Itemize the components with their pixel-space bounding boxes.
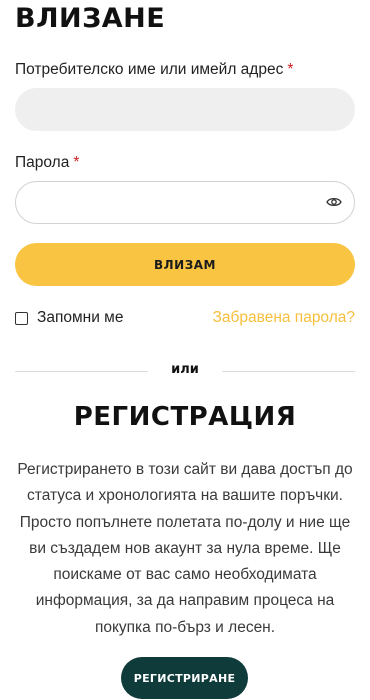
- remember-me-checkbox[interactable]: [15, 312, 28, 325]
- username-input[interactable]: [15, 88, 355, 131]
- password-input[interactable]: [15, 181, 355, 224]
- eye-icon[interactable]: [325, 194, 343, 210]
- password-label: Парола *: [15, 154, 79, 172]
- divider-line-right: [222, 371, 355, 372]
- register-title: РЕГИСТРАЦИЯ: [73, 402, 297, 432]
- remember-me-label[interactable]: Запомни ме: [37, 309, 123, 327]
- password-label-text: Парола: [15, 154, 70, 171]
- required-marker: *: [287, 61, 294, 78]
- username-label-text: Потребителско име или имейл адрес: [15, 61, 284, 78]
- login-button[interactable]: ВЛИЗАМ: [15, 243, 355, 286]
- forgot-password-link[interactable]: Забравена парола?: [213, 309, 355, 327]
- login-title: ВЛИЗАНЕ: [15, 3, 166, 34]
- register-button[interactable]: РЕГИСТРИРАНЕ: [121, 657, 248, 699]
- username-label: Потребителско име или имейл адрес *: [15, 61, 293, 79]
- register-description: Регистрирането в този сайт ви дава достъ…: [17, 461, 353, 636]
- divider-line-left: [15, 371, 148, 372]
- or-divider-text: или: [171, 362, 199, 377]
- required-marker: *: [73, 154, 80, 171]
- eye-icon-graphic: [326, 197, 342, 207]
